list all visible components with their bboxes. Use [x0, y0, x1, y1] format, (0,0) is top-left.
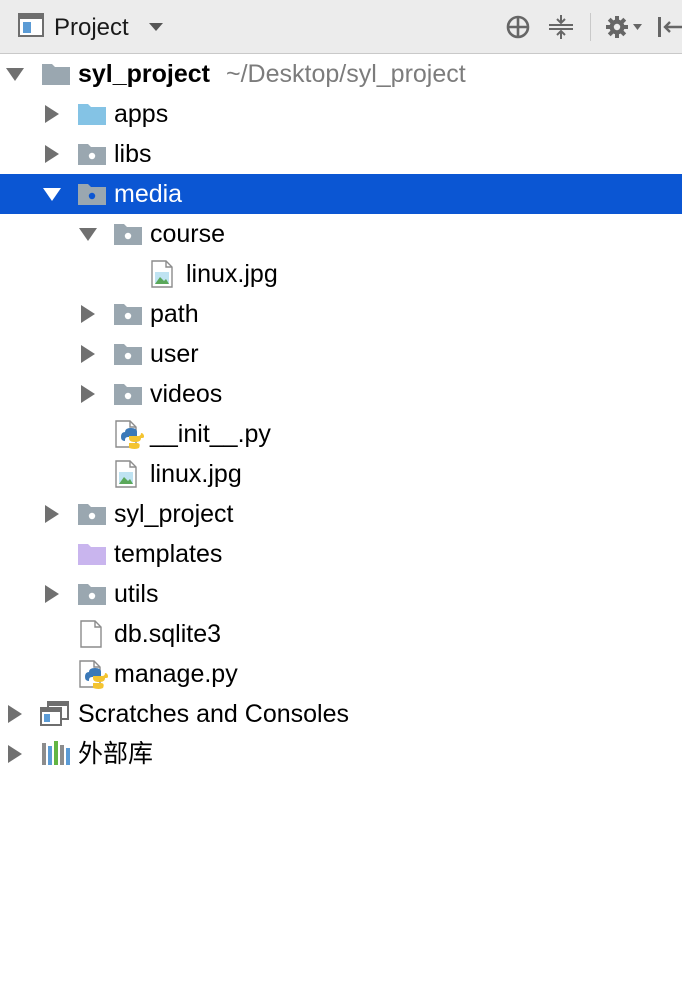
tree-item-course-linux-jpg[interactable]: linux.jpg — [0, 254, 682, 294]
folder-icon — [42, 62, 70, 91]
package-folder-icon — [114, 382, 142, 411]
chevron-right-icon[interactable] — [43, 505, 61, 523]
tree-item-label: templates — [114, 540, 223, 568]
tree-item-label: libs — [114, 140, 152, 168]
tree-item-label: utils — [114, 580, 159, 608]
tree-item-label: path — [150, 300, 199, 328]
tree-item-label: syl_project — [114, 500, 234, 528]
chevron-down-icon[interactable] — [43, 185, 61, 203]
chevron-right-icon[interactable] — [79, 385, 97, 403]
tree-item-external-libraries[interactable]: 外部库 — [0, 734, 682, 774]
python-file-icon — [79, 660, 109, 695]
hide-panel-icon[interactable] — [656, 10, 682, 44]
package-folder-icon — [114, 342, 142, 371]
folder-icon — [78, 102, 106, 131]
tree-root-syl-project[interactable]: syl_project ~/Desktop/syl_project — [0, 54, 682, 94]
tree-item-label: user — [150, 340, 199, 368]
tree-item-label: db.sqlite3 — [114, 620, 222, 648]
tree-item-utils[interactable]: utils — [0, 574, 682, 614]
tree-item-label: videos — [150, 380, 223, 408]
tree-item-label: Scratches and Consoles — [78, 700, 349, 728]
tree-item-scratches[interactable]: Scratches and Consoles — [0, 694, 682, 734]
chevron-right-icon[interactable] — [79, 345, 97, 363]
tree-item-label: linux.jpg — [150, 460, 242, 488]
chevron-right-icon[interactable] — [43, 585, 61, 603]
tree-item-user[interactable]: user — [0, 334, 682, 374]
project-toolbar: Project — [0, 0, 682, 54]
scratches-icon — [40, 701, 70, 732]
project-view-selector[interactable]: Project — [18, 13, 163, 42]
package-folder-icon — [78, 142, 106, 171]
tree-item-videos[interactable]: videos — [0, 374, 682, 414]
chevron-right-icon[interactable] — [6, 705, 24, 723]
tree-item-init-py[interactable]: __init__.py — [0, 414, 682, 454]
tree-item-media-linux-jpg[interactable]: linux.jpg — [0, 454, 682, 494]
chevron-right-icon[interactable] — [79, 305, 97, 323]
libraries-icon — [42, 741, 70, 772]
tree-item-libs[interactable]: libs — [0, 134, 682, 174]
project-tree: syl_project ~/Desktop/syl_project apps li… — [0, 54, 682, 774]
chevron-right-icon[interactable] — [6, 745, 24, 763]
chevron-down-icon[interactable] — [79, 225, 97, 243]
tree-item-label: media — [114, 180, 183, 208]
tree-item-syl-project[interactable]: syl_project — [0, 494, 682, 534]
templates-folder-icon — [78, 542, 106, 571]
tree-item-templates[interactable]: templates — [0, 534, 682, 574]
chevron-right-icon[interactable] — [43, 105, 61, 123]
project-view-title: Project — [54, 13, 129, 41]
dropdown-caret-icon — [148, 19, 163, 37]
toolbar-separator — [590, 13, 591, 41]
project-view-icon — [18, 13, 44, 42]
tree-item-path[interactable]: path — [0, 294, 682, 334]
package-folder-icon — [114, 302, 142, 331]
package-folder-icon — [114, 222, 142, 251]
package-folder-icon — [78, 182, 106, 211]
gear-icon[interactable] — [602, 10, 646, 44]
tree-item-manage-py[interactable]: manage.py — [0, 654, 682, 694]
chevron-down-icon[interactable] — [6, 65, 24, 83]
tree-item-label: 外部库 — [78, 740, 154, 768]
python-file-icon — [115, 420, 145, 455]
package-folder-icon — [78, 502, 106, 531]
tree-item-course[interactable]: course — [0, 214, 682, 254]
image-file-icon — [151, 260, 173, 293]
tree-item-label: linux.jpg — [186, 260, 278, 288]
tree-item-db-sqlite3[interactable]: db.sqlite3 — [0, 614, 682, 654]
tree-item-label: __init__.py — [150, 420, 271, 448]
tree-item-media[interactable]: media — [0, 174, 682, 214]
image-file-icon — [115, 460, 137, 493]
locate-icon[interactable] — [501, 10, 535, 44]
tree-item-label: manage.py — [114, 660, 238, 688]
chevron-right-icon[interactable] — [43, 145, 61, 163]
tree-item-label: course — [150, 220, 226, 248]
tree-item-apps[interactable]: apps — [0, 94, 682, 134]
file-icon — [80, 620, 102, 653]
tree-item-label: apps — [114, 100, 169, 128]
package-folder-icon — [78, 582, 106, 611]
root-name: syl_project — [78, 60, 211, 88]
collapse-all-icon[interactable] — [544, 10, 578, 44]
root-path: ~/Desktop/syl_project — [226, 60, 466, 88]
